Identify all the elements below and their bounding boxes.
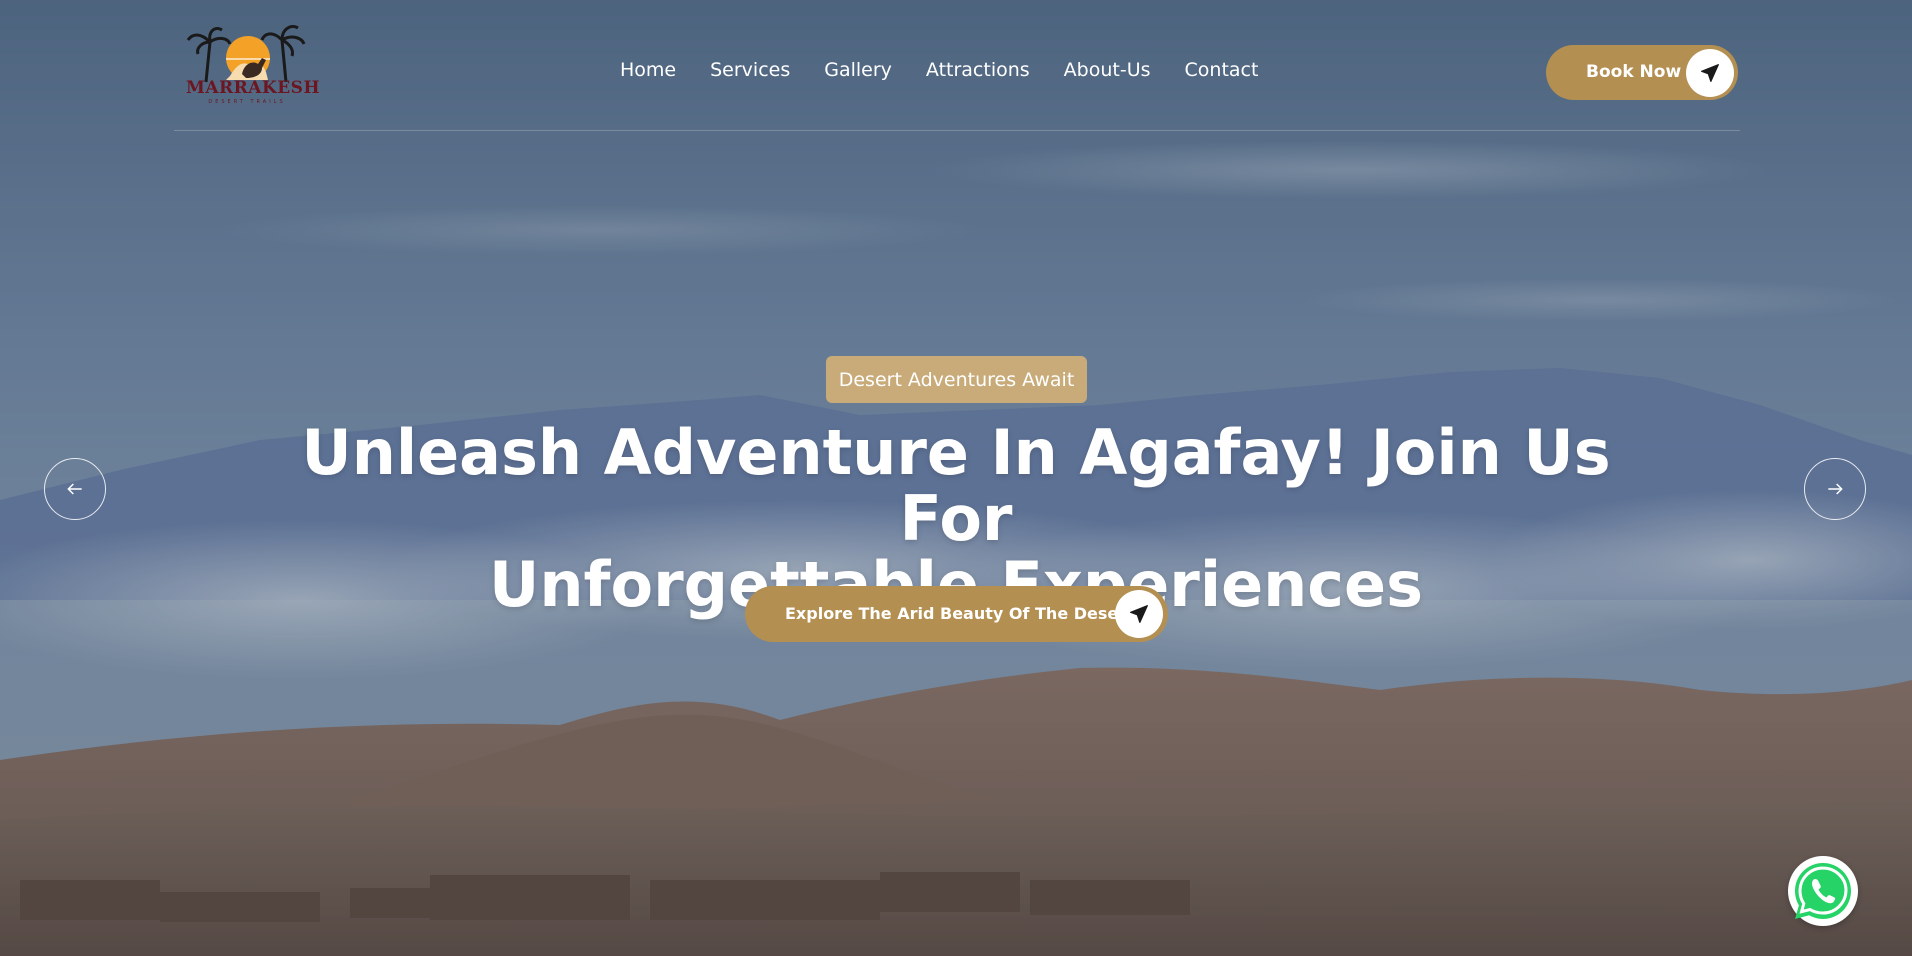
brand-tagline: DESERT TRAILS — [208, 99, 286, 105]
nav-contact[interactable]: Contact — [1185, 59, 1259, 81]
header-divider — [174, 130, 1740, 131]
explore-cta-label: Explore The Arid Beauty Of The Desert — [785, 604, 1134, 623]
nav-gallery[interactable]: Gallery — [824, 59, 892, 81]
book-now-button[interactable]: Book Now — [1546, 45, 1738, 100]
hero-headline-line1: Unleash Adventure In Agafay! Join Us For — [301, 416, 1611, 555]
hero-section: MARRAKESH DESERT TRAILS Home Services Ga… — [0, 0, 1912, 956]
main-nav: Home Services Gallery Attractions About-… — [620, 56, 1258, 84]
slider-prev-button[interactable] — [44, 458, 106, 520]
hero-badge: Desert Adventures Await — [826, 356, 1087, 403]
explore-cta-button[interactable]: Explore The Arid Beauty Of The Desert — [745, 586, 1168, 642]
paper-plane-icon — [1686, 48, 1734, 97]
paper-plane-icon — [1115, 590, 1163, 638]
arrow-right-icon — [1828, 483, 1843, 495]
book-now-label: Book Now — [1586, 62, 1682, 82]
brand-logo[interactable]: MARRAKESH DESERT TRAILS — [186, 24, 321, 108]
whatsapp-icon — [1795, 863, 1851, 919]
brand-name: MARRAKESH — [186, 78, 321, 98]
whatsapp-button[interactable] — [1788, 856, 1858, 926]
arrow-left-icon — [67, 483, 82, 495]
palm-sun-camel-logo-icon — [186, 25, 306, 83]
nav-services[interactable]: Services — [710, 59, 790, 81]
slider-next-button[interactable] — [1804, 458, 1866, 520]
nav-about-us[interactable]: About-Us — [1064, 59, 1151, 81]
nav-attractions[interactable]: Attractions — [926, 59, 1030, 81]
nav-home[interactable]: Home — [620, 59, 676, 81]
